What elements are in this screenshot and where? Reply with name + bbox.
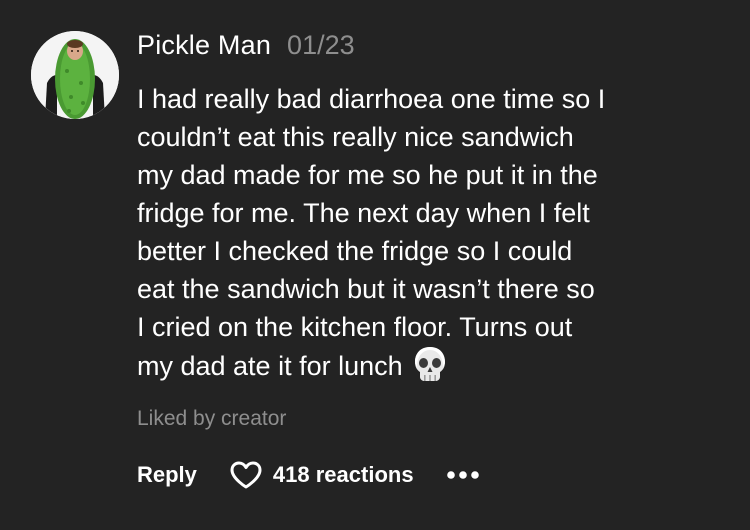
skull-emoji-icon [413,346,447,392]
comment-text-line: I had really bad diarrhoea one time so I [137,84,606,114]
comment-text-line: I cried on the kitchen floor. Turns out [137,312,573,342]
username[interactable]: Pickle Man [137,30,271,61]
comment-text-line: fridge for me. The next day when I felt [137,198,590,228]
more-options-icon[interactable] [446,470,480,480]
pickle-costume-avatar-icon [31,31,119,119]
comment-text-line: my dad made for me so he put it in the [137,160,598,190]
comment-date: 01/23 [287,30,355,60]
comment-text-line: couldn’t eat this really nice sandwich [137,122,574,152]
comment-text-line: my dad ate it for lunch [137,351,403,381]
reactions-count[interactable]: 418 reactions [273,462,414,488]
comment-text-line: better I checked the fridge so I could [137,236,573,266]
reply-button[interactable]: Reply [137,462,197,488]
heart-outline-icon[interactable] [229,460,263,490]
comment-text-line: eat the sandwich but it wasn’t there so [137,274,595,304]
liked-by-creator: Liked by creator [137,407,287,430]
more-options-button[interactable] [446,465,480,485]
comment-actions: Reply 418 reactions [137,458,480,492]
comment: Pickle Man 01/23 I had really bad diarrh… [0,0,750,530]
avatar[interactable] [31,31,119,119]
comment-text-last-line: my dad ate it for lunch [137,346,727,392]
comment-header: Pickle Man 01/23 [137,30,355,70]
comment-text: I had really bad diarrhoea one time so I… [137,80,727,392]
like-button[interactable]: 418 reactions [229,460,414,490]
